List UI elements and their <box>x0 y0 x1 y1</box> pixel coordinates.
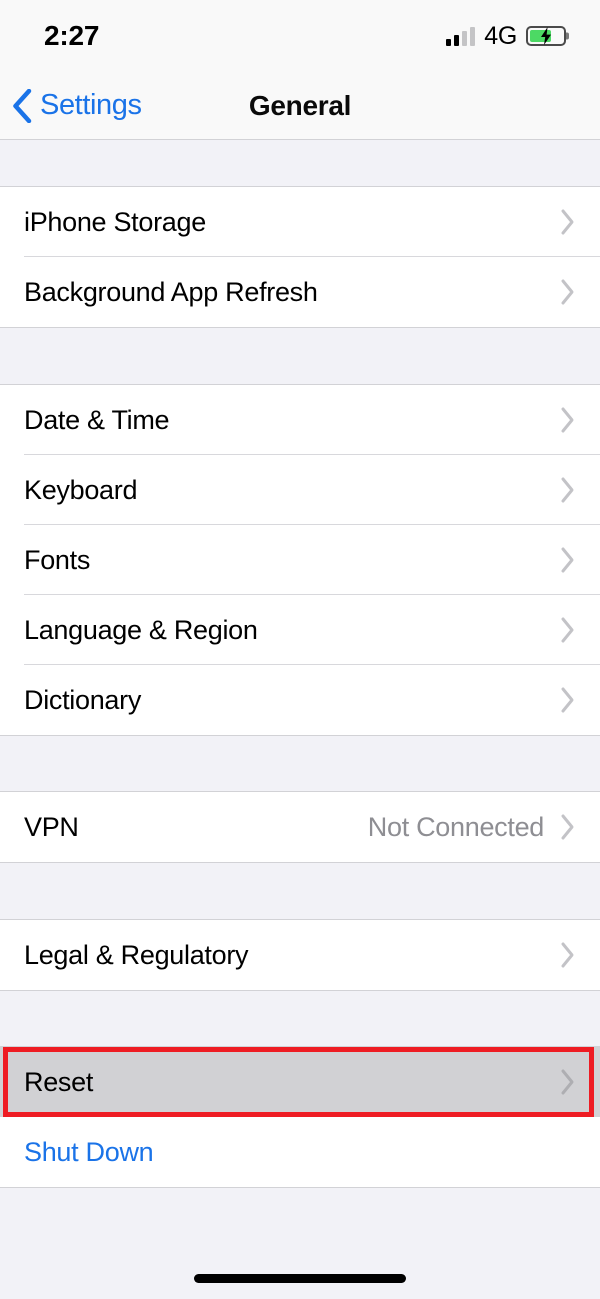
chevron-right-icon <box>561 407 574 433</box>
row-label: Shut Down <box>24 1136 154 1167</box>
section-gap <box>0 327 600 385</box>
row-value-vpn-status: Not Connected <box>367 811 545 842</box>
chevron-right-icon <box>561 547 574 573</box>
section-gap <box>0 990 600 1047</box>
row-label: Keyboard <box>24 474 138 505</box>
section-gap <box>0 862 600 920</box>
row-language-and-region[interactable]: Language & Region <box>0 595 600 665</box>
settings-list[interactable]: iPhone Storage Background App Refresh Da… <box>0 140 600 1299</box>
navigation-bar: Settings General <box>0 72 600 140</box>
back-button-label: Settings <box>40 89 142 121</box>
row-label: Reset <box>24 1066 94 1097</box>
row-dictionary[interactable]: Dictionary <box>0 665 600 735</box>
settings-group-5: Reset Shut Down <box>0 1047 600 1187</box>
row-legal-and-regulatory[interactable]: Legal & Regulatory <box>0 920 600 990</box>
row-label: Background App Refresh <box>24 276 318 307</box>
row-label: Fonts <box>24 544 91 575</box>
row-iphone-storage[interactable]: iPhone Storage <box>0 187 600 257</box>
chevron-right-icon <box>561 1069 574 1095</box>
chevron-right-icon <box>561 209 574 235</box>
status-bar-right-cluster: 4G <box>446 21 566 50</box>
row-label: Language & Region <box>24 614 258 645</box>
row-fonts[interactable]: Fonts <box>0 525 600 595</box>
settings-group-4: Legal & Regulatory <box>0 920 600 990</box>
row-keyboard[interactable]: Keyboard <box>0 455 600 525</box>
status-bar: 2:27 4G <box>0 0 600 72</box>
settings-group-3: VPN Not Connected <box>0 792 600 862</box>
chevron-right-icon <box>561 279 574 305</box>
row-label: iPhone Storage <box>24 206 206 237</box>
chevron-right-icon <box>561 617 574 643</box>
battery-charging-icon <box>526 26 566 46</box>
row-label: VPN <box>24 811 79 842</box>
chevron-right-icon <box>561 477 574 503</box>
cellular-signal-icon <box>446 26 476 46</box>
row-shut-down[interactable]: Shut Down <box>0 1117 600 1187</box>
row-vpn[interactable]: VPN Not Connected <box>0 792 600 862</box>
row-reset[interactable]: Reset <box>0 1047 600 1117</box>
chevron-left-icon <box>13 88 32 123</box>
back-button[interactable]: Settings <box>0 88 142 123</box>
status-time: 2:27 <box>44 20 100 51</box>
lightning-bolt-icon <box>541 27 551 45</box>
home-indicator[interactable] <box>194 1274 406 1283</box>
row-date-and-time[interactable]: Date & Time <box>0 385 600 455</box>
row-label: Dictionary <box>24 684 142 715</box>
section-gap <box>0 735 600 792</box>
chevron-right-icon <box>561 687 574 713</box>
chevron-right-icon <box>561 814 574 840</box>
settings-group-2: Date & Time Keyboard Fonts Language & Re… <box>0 385 600 735</box>
row-label: Date & Time <box>24 404 170 435</box>
home-indicator-area <box>0 1274 600 1283</box>
row-label: Legal & Regulatory <box>24 939 249 970</box>
iphone-settings-screen: 2:27 4G Settings General iPhone Storage … <box>0 0 600 1299</box>
chevron-right-icon <box>561 942 574 968</box>
network-type-label: 4G <box>484 21 517 50</box>
section-gap <box>0 140 600 187</box>
settings-group-1: iPhone Storage Background App Refresh <box>0 187 600 327</box>
row-background-app-refresh[interactable]: Background App Refresh <box>0 257 600 327</box>
